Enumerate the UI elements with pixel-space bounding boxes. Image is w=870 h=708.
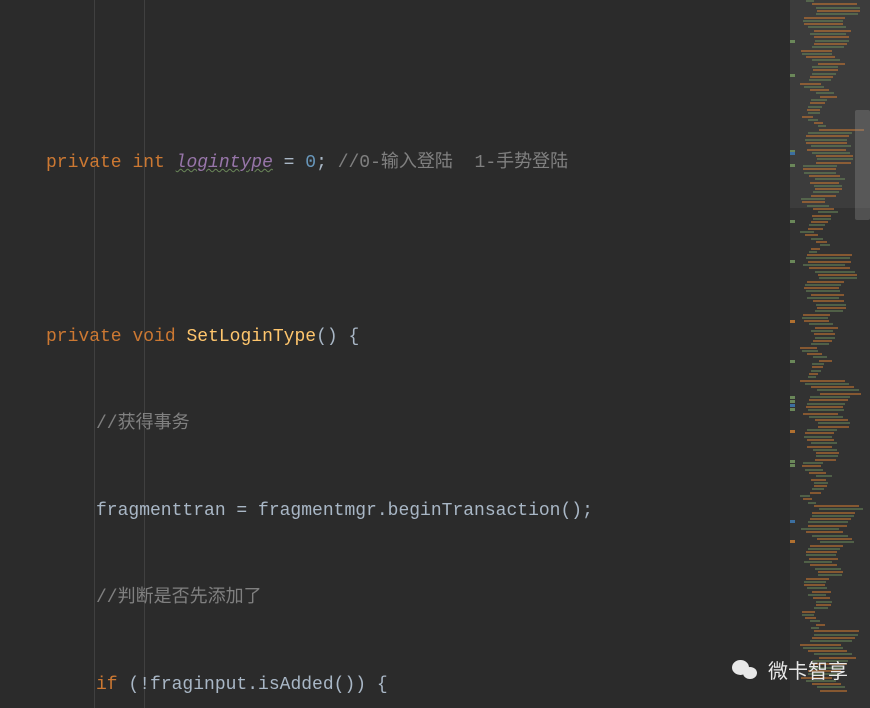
code-line[interactable]: //判断是否先添加了 — [0, 584, 790, 613]
code-line[interactable]: //获得事务 — [0, 410, 790, 439]
method-name: SetLoginType — [186, 327, 316, 347]
keyword-private: private — [46, 327, 122, 347]
code-line[interactable]: fragmenttran = fragmentmgr.beginTransact… — [0, 497, 790, 526]
minimap-scrollbar[interactable] — [855, 110, 870, 220]
code-editor[interactable]: private int logintype = 0; //0-输入登陆 1-手势… — [0, 0, 790, 708]
comment: //判断是否先添加了 — [96, 588, 262, 608]
keyword-if: if — [96, 675, 118, 695]
code-line[interactable]: private void SetLoginType() { — [0, 323, 790, 352]
watermark: 微卡智享 — [732, 655, 848, 684]
number-literal: 0 — [305, 153, 316, 173]
comment: //0-输入登陆 1-手势登陆 — [338, 153, 568, 173]
code-line[interactable]: private int logintype = 0; //0-输入登陆 1-手势… — [0, 149, 790, 178]
variable-logintype: logintype — [176, 153, 273, 173]
watermark-text: 微卡智享 — [768, 655, 848, 684]
minimap[interactable] — [790, 0, 870, 708]
keyword-private: private — [46, 153, 122, 173]
code-line[interactable]: if (!fraginput.isAdded()) { — [0, 671, 790, 700]
comment: //获得事务 — [96, 414, 190, 434]
keyword-int: int — [132, 153, 164, 173]
keyword-void: void — [132, 327, 175, 347]
wechat-icon — [732, 659, 758, 681]
code-line[interactable] — [0, 236, 790, 265]
